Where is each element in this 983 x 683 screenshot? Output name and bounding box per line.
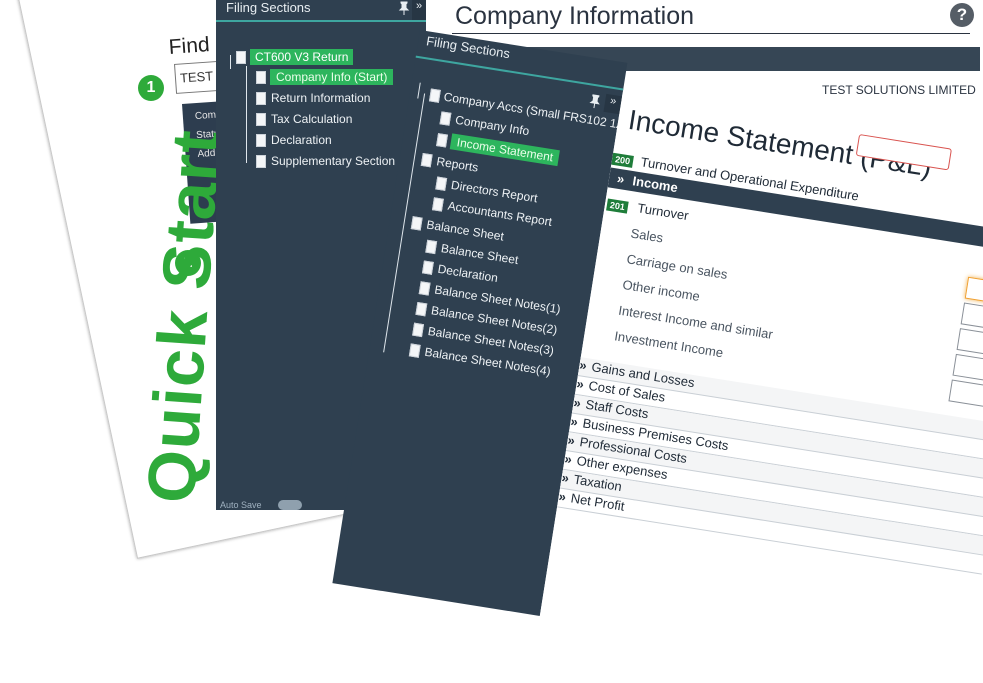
- document-icon: [256, 154, 266, 168]
- other-income-input[interactable]: [956, 328, 983, 358]
- auto-save-label: Auto Save: [220, 500, 262, 510]
- document-icon: [422, 259, 434, 275]
- tree-root-label: CT600 V3 Return: [250, 49, 354, 65]
- field-label-other-income: Other income: [621, 276, 701, 304]
- document-icon: [408, 342, 421, 358]
- tree-root-ct600[interactable]: CT600 V3 Return: [236, 49, 354, 65]
- document-icon: [429, 87, 441, 103]
- sidebar-item-company-info[interactable]: Company Info (Start): [256, 69, 394, 85]
- panel-title: Filing Sections: [226, 0, 311, 15]
- sidebar-item-tax-calculation[interactable]: Tax Calculation: [256, 112, 352, 126]
- sidebar-item-label: Declaration: [436, 261, 499, 286]
- sidebar-item-declaration[interactable]: Declaration: [256, 133, 332, 147]
- investment-income-input[interactable]: [948, 379, 983, 409]
- document-icon: [420, 152, 433, 167]
- field-label-investment-income: Investment Income: [613, 328, 725, 361]
- chevron-right-double-icon[interactable]: »: [412, 0, 426, 20]
- sidebar-item-label: Reports: [435, 154, 480, 175]
- section-code: 200: [611, 152, 634, 168]
- question-circle-icon[interactable]: ?: [950, 3, 974, 27]
- document-icon: [439, 110, 452, 126]
- title-underline: [452, 33, 970, 34]
- step-badge-1: 1: [138, 75, 164, 101]
- sidebar-item-label: Company Info: [454, 112, 531, 139]
- chevron-right-double-icon: »: [578, 357, 588, 374]
- pin-icon[interactable]: [398, 1, 410, 15]
- carriage-input[interactable]: [960, 302, 983, 332]
- chevron-right-double-icon: »: [566, 432, 577, 449]
- page-title: Company Information: [455, 2, 695, 30]
- field-label-carriage: Carriage on sales: [625, 251, 729, 283]
- document-icon: [432, 196, 444, 212]
- document-icon: [256, 91, 266, 105]
- field-label-sales: Sales: [629, 225, 665, 246]
- chevron-right-double-icon: »: [572, 394, 582, 411]
- collapsed-sections: » Gains and Losses » Cost of Sales » Staff …: [557, 357, 983, 575]
- tree-line: [230, 55, 231, 69]
- sidebar-item-return-information[interactable]: Return Information: [256, 91, 370, 105]
- subsection-title: Turnover: [636, 200, 690, 224]
- pin-icon[interactable]: [588, 93, 602, 109]
- document-icon: [412, 322, 425, 337]
- document-icon: [425, 239, 438, 254]
- auto-save-toggle[interactable]: [278, 500, 302, 510]
- sidebar-item-supplementary-section[interactable]: Supplementary Section: [256, 154, 395, 168]
- document-icon: [256, 112, 266, 126]
- chevron-right-double-icon: »: [557, 488, 568, 505]
- interest-income-input[interactable]: [952, 353, 983, 384]
- document-icon: [256, 133, 266, 147]
- document-icon: [435, 176, 448, 191]
- sidebar-item-label: Declaration: [271, 133, 332, 147]
- document-icon: [436, 132, 449, 148]
- chevron-right-double-icon: »: [575, 375, 585, 392]
- collapse-header-label: Income: [631, 173, 679, 196]
- chevron-right-double-icon: »: [569, 413, 580, 430]
- chevron-down-double-icon: »: [616, 170, 626, 187]
- company-name: TEST SOLUTIONS LIMITED: [822, 83, 976, 97]
- tree-line: [246, 66, 247, 163]
- document-icon: [415, 301, 428, 316]
- chevron-right-double-icon: »: [563, 451, 574, 467]
- sidebar-item-label: Tax Calculation: [271, 112, 353, 126]
- document-icon: [418, 280, 431, 296]
- document-icon: [256, 70, 266, 84]
- sidebar-item-label: Company Info (Start): [270, 69, 394, 85]
- tree-line: [417, 82, 421, 99]
- document-icon: [410, 215, 423, 231]
- subsection-code: 201: [606, 198, 629, 214]
- sidebar-item-reports[interactable]: Reports: [420, 152, 480, 175]
- tilted-window: Filing Sections » Company Accs (Small FR…: [332, 30, 983, 683]
- document-icon: [236, 50, 246, 64]
- sidebar-item-label: Return Information: [271, 91, 371, 105]
- sidebar-item-label: Supplementary Section: [271, 154, 396, 168]
- sales-input[interactable]: [964, 276, 983, 307]
- subsection-201: 201 Turnover: [606, 196, 690, 224]
- chevron-right-double-icon: »: [560, 469, 571, 486]
- find-label: Find: [168, 33, 211, 59]
